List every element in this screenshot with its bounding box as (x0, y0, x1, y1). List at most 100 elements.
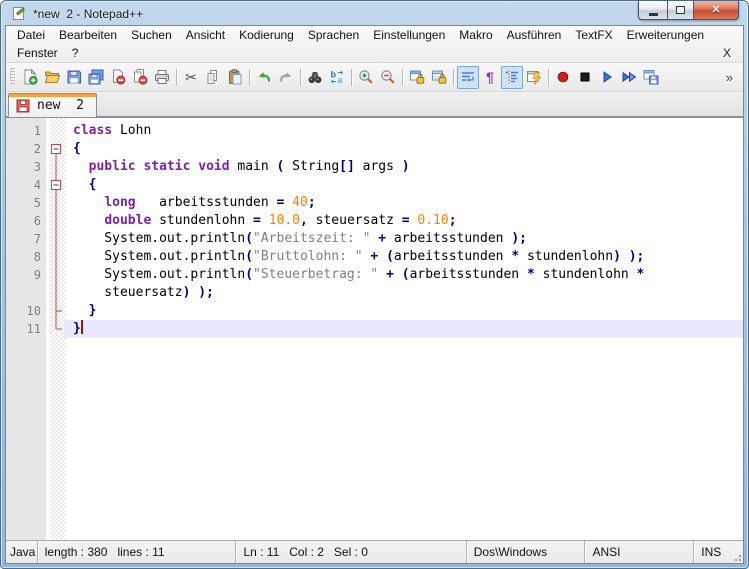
line-number: 3 (33, 160, 41, 174)
macro-stop-icon (577, 69, 593, 85)
title-bar[interactable]: *new 2 - Notepad++ (1, 1, 748, 25)
close-icon: ✕ (711, 3, 721, 16)
status-insert-mode: INS (693, 541, 729, 563)
sync-horizontal-scroll-button[interactable] (428, 66, 450, 89)
code-text: long arbeitsstunden = 40; (104, 195, 316, 210)
function-completion-icon (526, 69, 542, 85)
save-all-button[interactable] (85, 66, 107, 89)
minimize-button[interactable] (638, 1, 667, 20)
code-text: double stundenlohn = 10.0, steuersatz = … (104, 213, 457, 228)
function-completion-button[interactable] (523, 66, 545, 89)
indent-guide-icon (504, 69, 520, 85)
print-button[interactable] (151, 66, 173, 89)
save-file-button[interactable] (63, 66, 85, 89)
menu-item-datei[interactable]: Datei (10, 27, 52, 43)
close-file-icon (110, 69, 126, 85)
fold-line (48, 158, 64, 176)
menu-item-erweiterungen[interactable]: Erweiterungen (620, 27, 711, 43)
menu-item-fenster[interactable]: Fenster (10, 45, 65, 61)
code-line-1[interactable]: 1 class Lohn (6, 122, 743, 140)
line-number: 6 (33, 214, 41, 228)
macro-save-icon (643, 69, 659, 85)
redo-icon (278, 69, 294, 85)
line-number: 5 (33, 196, 41, 210)
code-line-8[interactable]: 8 System.out.println("Bruttolohn: " + (a… (6, 248, 743, 266)
fold-collapse-icon[interactable] (48, 140, 64, 158)
line-number: 9 (33, 268, 41, 282)
toolbar-separator (249, 68, 250, 86)
menu-item-bearbeiten[interactable]: Bearbeiten (52, 27, 124, 43)
toolbar-separator (300, 68, 301, 86)
toolbar-grip-handle[interactable] (10, 68, 15, 86)
macro-play-button[interactable] (596, 66, 618, 89)
cut-button[interactable]: ✂ (180, 66, 202, 89)
toolbar-overflow-button[interactable]: » (720, 70, 739, 85)
code-line-10[interactable]: 10 } (6, 302, 743, 320)
code-line-11[interactable]: 11} (6, 320, 743, 338)
svg-text:b: b (331, 70, 337, 80)
show-all-characters-icon: ¶ (486, 69, 494, 85)
macro-save-button[interactable] (640, 66, 662, 89)
code-line-4[interactable]: 4 { (6, 176, 743, 194)
code-line-6[interactable]: 6 double stundenlohn = 10.0, steuersatz … (6, 212, 743, 230)
menu-item-einstellungen[interactable]: Einstellungen (366, 27, 452, 43)
redo-button[interactable] (275, 66, 297, 89)
zoom-out-button[interactable] (377, 66, 399, 89)
code-line-3[interactable]: 3 public static void main ( String[] arg… (6, 158, 743, 176)
menu-item-help[interactable]: ? (65, 45, 86, 61)
menu-item-sprachen[interactable]: Sprachen (301, 27, 366, 43)
word-wrap-button[interactable] (457, 65, 479, 89)
close-file-button[interactable] (107, 66, 129, 89)
replace-button[interactable]: ba (326, 66, 348, 89)
copy-button[interactable] (202, 66, 224, 89)
open-folder-icon (44, 69, 60, 85)
code-line-7[interactable]: 7 System.out.println("Arbeitszeit: " + a… (6, 230, 743, 248)
close-all-button[interactable] (129, 66, 151, 89)
macro-stop-button[interactable] (574, 66, 596, 89)
menu-item-ansicht[interactable]: Ansicht (179, 27, 232, 43)
code-line-wrap[interactable]: steuersatz) ); (6, 284, 743, 302)
fold-line (48, 194, 64, 212)
resize-grip[interactable] (729, 541, 743, 563)
status-eol-format: Dos\Windows (465, 541, 585, 563)
word-wrap-icon (460, 69, 476, 85)
line-number (6, 284, 48, 302)
sync-vertical-scroll-button[interactable] (406, 66, 428, 89)
indent-guide-button[interactable] (501, 65, 523, 89)
maximize-button[interactable] (667, 1, 694, 20)
fold-line (48, 230, 64, 248)
code-text: class Lohn (73, 123, 152, 138)
menu-close-document-button[interactable]: X (715, 46, 739, 60)
code-line-2[interactable]: 2{ (6, 140, 743, 158)
menu-item-kodierung[interactable]: Kodierung (232, 27, 301, 43)
code-line-9[interactable]: 9 System.out.println("Steuerbetrag: " + … (6, 266, 743, 284)
code-line-5[interactable]: 5 long arbeitsstunden = 40; (6, 194, 743, 212)
close-button[interactable]: ✕ (694, 1, 739, 20)
macro-record-button[interactable] (552, 66, 574, 89)
fold-line (48, 266, 64, 284)
code-editor[interactable]: 1 class Lohn 2{3 public static void main (… (6, 117, 743, 540)
open-folder-button[interactable] (41, 66, 63, 89)
paste-button[interactable] (224, 66, 246, 89)
notepad-plus-plus-window: *new 2 - Notepad++ ✕ Datei Bearbeiten Such… (0, 0, 749, 569)
tab-new-2[interactable]: new 2 (8, 93, 97, 117)
show-all-characters-button[interactable]: ¶ (479, 66, 501, 89)
find-button[interactable] (304, 66, 326, 89)
menu-item-textfx[interactable]: TextFX (568, 27, 619, 43)
menu-item-makro[interactable]: Makro (452, 27, 499, 43)
fold-collapse-icon[interactable] (48, 176, 64, 194)
macro-run-multiple-button[interactable] (618, 66, 640, 89)
menu-item-suchen[interactable]: Suchen (124, 27, 179, 43)
fold-line (48, 284, 64, 302)
status-doc-info: length : 380 lines : 11 (36, 541, 236, 563)
undo-button[interactable] (253, 66, 275, 89)
code-text: } (64, 320, 743, 338)
menu-item-ausf-hren[interactable]: Ausführen (500, 27, 569, 43)
code-text: { (88, 177, 97, 192)
new-file-icon (22, 69, 38, 85)
zoom-in-button[interactable] (355, 66, 377, 89)
find-icon (307, 69, 323, 85)
toolbar-separator (176, 68, 177, 86)
zoom-in-icon (358, 69, 374, 85)
new-file-button[interactable] (19, 66, 41, 89)
